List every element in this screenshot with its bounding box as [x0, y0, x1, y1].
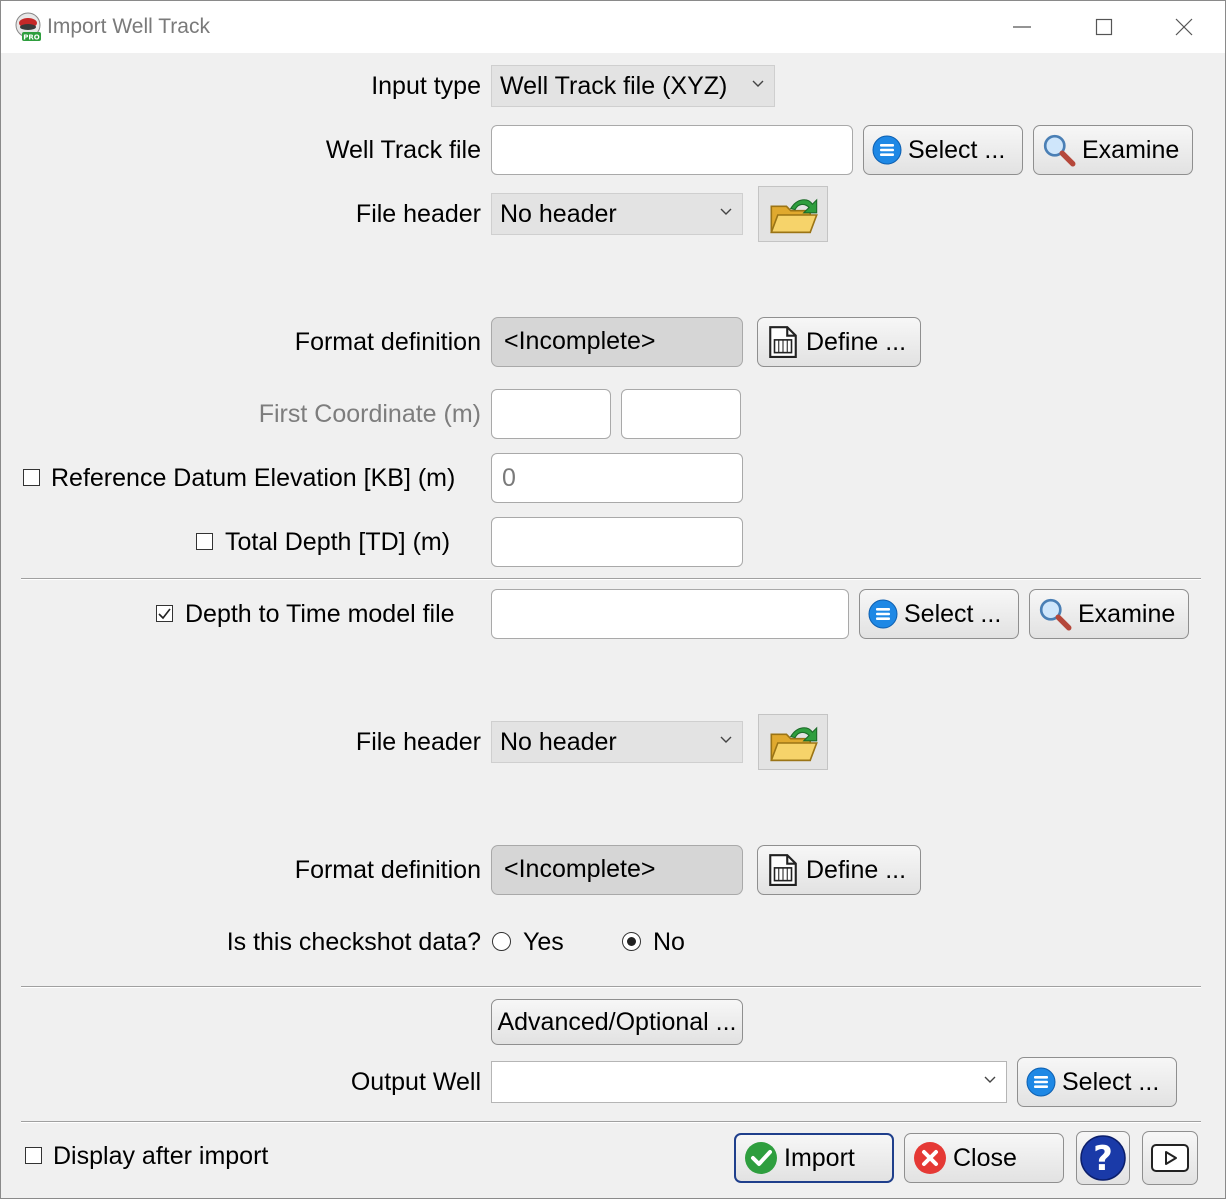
minimize-button[interactable]: [1002, 11, 1042, 43]
import-button[interactable]: Import: [734, 1133, 894, 1183]
section-divider: [21, 1121, 1201, 1123]
file-header-2-select[interactable]: No header: [491, 721, 743, 763]
load-header-2-button[interactable]: [758, 714, 828, 770]
display-after-import-label: Display after import: [53, 1142, 269, 1170]
section-divider: [21, 578, 1201, 580]
reference-datum-checkbox[interactable]: [23, 469, 40, 486]
well-track-examine-button[interactable]: Examine: [1033, 125, 1193, 175]
depth-time-label: Depth to Time model file: [185, 600, 455, 628]
chevron-down-icon: [984, 1076, 996, 1084]
checkmark-icon: [158, 608, 171, 620]
file-header-label: File header: [355, 200, 481, 228]
first-coordinate-y-input[interactable]: [621, 389, 741, 439]
first-coordinate-x-input[interactable]: [491, 389, 611, 439]
total-depth-label: Total Depth [TD] (m): [225, 528, 451, 556]
output-well-select[interactable]: [491, 1061, 1007, 1103]
file-header-select[interactable]: No header: [491, 193, 743, 235]
well-track-select-label: Select ...: [908, 135, 1006, 164]
open-folder-icon: [767, 193, 821, 237]
close-label: Close: [953, 1143, 1017, 1172]
output-well-select-label: Select ...: [1062, 1067, 1160, 1096]
first-coordinate-label: First Coordinate (m): [258, 400, 481, 428]
file-header-2-label: File header: [355, 728, 481, 756]
input-type-value: Well Track file (XYZ): [500, 72, 728, 100]
format-define-button[interactable]: Define ...: [757, 317, 921, 367]
close-button[interactable]: Close: [904, 1133, 1064, 1183]
file-header-value: No header: [500, 200, 617, 228]
depth-time-examine-label: Examine: [1078, 599, 1176, 628]
depth-time-examine-button[interactable]: Examine: [1029, 589, 1189, 639]
depth-time-select-label: Select ...: [904, 599, 1002, 628]
format-define-2-button[interactable]: Define ...: [757, 845, 921, 895]
import-well-track-dialog: PRO Import Well Track Input type Well Tr…: [0, 0, 1226, 1199]
video-tutorial-button[interactable]: [1142, 1131, 1198, 1185]
well-track-examine-label: Examine: [1082, 135, 1180, 164]
open-folder-icon: [767, 721, 821, 765]
maximize-button[interactable]: [1084, 11, 1124, 43]
depth-time-select-button[interactable]: Select ...: [859, 589, 1019, 639]
total-depth-input[interactable]: [491, 517, 743, 567]
format-define-label: Define ...: [806, 327, 907, 356]
format-definition-value: <Incomplete>: [491, 317, 743, 367]
window-title: Import Well Track: [47, 15, 210, 38]
format-definition-label: Format definition: [294, 328, 481, 356]
total-depth-checkbox[interactable]: [196, 533, 213, 550]
checkshot-no-radio[interactable]: [622, 932, 641, 951]
checkshot-yes-radio[interactable]: [492, 932, 511, 951]
advanced-optional-button[interactable]: Advanced/Optional ...: [491, 999, 743, 1045]
magnifier-icon: [1038, 597, 1072, 631]
input-type-label: Input type: [371, 72, 481, 100]
list-icon: [868, 599, 898, 629]
close-icon: [1175, 18, 1193, 36]
load-header-button[interactable]: [758, 186, 828, 242]
well-track-file-input[interactable]: [491, 125, 853, 175]
well-track-file-label: Well Track file: [325, 136, 481, 164]
minimize-icon: [1013, 26, 1031, 28]
well-track-select-button[interactable]: Select ...: [863, 125, 1023, 175]
format-definition-2-value: <Incomplete>: [491, 845, 743, 895]
check-circle-icon: [745, 1142, 777, 1174]
list-icon: [872, 135, 902, 165]
section-divider: [21, 986, 1201, 988]
depth-time-checkbox[interactable]: [156, 605, 173, 622]
output-well-select-button[interactable]: Select ...: [1017, 1057, 1177, 1107]
list-icon: [1026, 1067, 1056, 1097]
title-bar: PRO Import Well Track: [1, 1, 1225, 53]
reference-datum-input[interactable]: [491, 453, 743, 503]
input-type-select[interactable]: Well Track file (XYZ): [491, 65, 775, 107]
checkshot-yes-label: Yes: [523, 928, 564, 956]
chevron-down-icon: [752, 80, 764, 88]
help-button[interactable]: ?: [1076, 1131, 1130, 1185]
magnifier-icon: [1042, 133, 1076, 167]
depth-time-file-input[interactable]: [491, 589, 849, 639]
maximize-icon: [1095, 18, 1113, 36]
display-after-import-checkbox[interactable]: [25, 1147, 42, 1164]
radio-selected-dot: [627, 937, 636, 946]
document-icon: [766, 325, 800, 359]
chevron-down-icon: [720, 208, 732, 216]
play-icon: [1151, 1144, 1189, 1172]
help-icon: ?: [1080, 1135, 1126, 1181]
document-icon: [766, 853, 800, 887]
import-label: Import: [784, 1143, 855, 1172]
checkshot-label: Is this checkshot data?: [226, 928, 481, 956]
app-icon-badge: PRO: [23, 34, 40, 42]
cancel-circle-icon: [914, 1142, 946, 1174]
file-header-2-value: No header: [500, 728, 617, 756]
reference-datum-label: Reference Datum Elevation [KB] (m): [51, 464, 456, 492]
close-window-button[interactable]: [1164, 11, 1204, 43]
output-well-label: Output Well: [350, 1068, 481, 1096]
format-definition-2-label: Format definition: [294, 856, 481, 884]
checkshot-no-label: No: [653, 928, 685, 956]
help-glyph: ?: [1093, 1139, 1113, 1179]
format-define-2-label: Define ...: [806, 855, 907, 884]
chevron-down-icon: [720, 736, 732, 744]
app-logo-icon: PRO: [15, 12, 41, 42]
